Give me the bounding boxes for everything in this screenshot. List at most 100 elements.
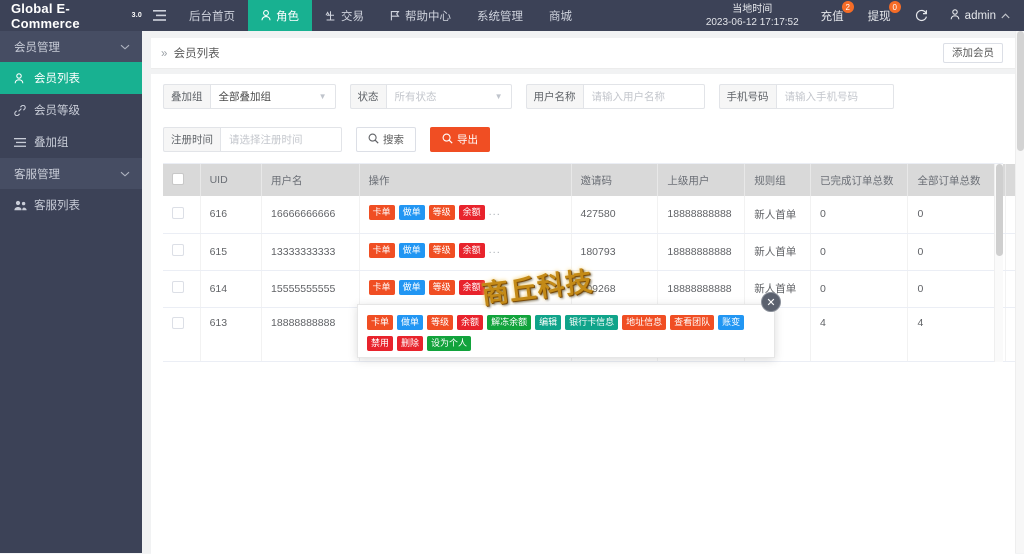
filter-register-time[interactable]: 注册时间 请选择注册时间	[163, 127, 342, 152]
sidebar-item-label: 客服列表	[34, 197, 80, 213]
withdraw-button[interactable]: 提现 0	[856, 0, 903, 31]
hamburger-icon[interactable]	[142, 0, 176, 31]
action-card-order-button[interactable]: 卡单	[369, 243, 395, 258]
row-checkbox[interactable]	[172, 281, 184, 293]
overlay-group-select[interactable]: 全部叠加组 ▼	[210, 84, 336, 109]
select-all-header[interactable]	[163, 164, 200, 196]
cell-actions[interactable]: 卡单做单等级余额...	[359, 270, 571, 307]
action-level-button[interactable]: 等级	[429, 205, 455, 220]
action-balance-button[interactable]: 余额	[459, 205, 485, 220]
nav-item-dashboard[interactable]: 后台首页	[176, 0, 248, 31]
nav-item-system[interactable]: 系统管理	[464, 0, 536, 31]
nav-label: 交易	[341, 8, 364, 24]
action-level-button[interactable]: 等级	[429, 243, 455, 258]
nav-item-mall[interactable]: 商城	[536, 0, 585, 31]
sidebar-item-member-level[interactable]: 会员等级	[0, 94, 142, 126]
cell-uid: 613	[200, 307, 261, 361]
filter-status[interactable]: 状态 所有状态 ▼	[350, 84, 512, 109]
scrollbar-thumb[interactable]	[996, 164, 1003, 256]
popup-card-order-button[interactable]: 卡单	[367, 315, 393, 330]
user-menu[interactable]: admin	[940, 0, 1024, 31]
search-icon	[442, 133, 453, 147]
close-icon[interactable]: ✕	[761, 292, 781, 312]
nav-item-help-center[interactable]: 帮助中心	[377, 0, 464, 31]
top-header: Global E-Commerce3.0 后台首页 角色 交易 帮助中心 系统管…	[0, 0, 1024, 31]
search-button-label: 搜索	[383, 132, 404, 147]
action-make-order-button[interactable]: 做单	[399, 205, 425, 220]
popup-unfreeze-balance-button[interactable]: 解冻余额	[487, 315, 531, 330]
sidebar-group-support-management[interactable]: 客服管理	[0, 158, 142, 189]
member-table-wrapper: UID 用户名 操作 邀请码 上级用户 规则组 已完成订单总数 全部订单总数 未…	[163, 163, 1003, 362]
row-checkbox[interactable]	[172, 317, 184, 329]
select-all-checkbox[interactable]	[172, 173, 184, 185]
row-checkbox[interactable]	[172, 244, 184, 256]
popup-account-change-button[interactable]: 账变	[718, 315, 744, 330]
popup-set-as-personal-button[interactable]: 设为个人	[427, 336, 471, 351]
phone-input[interactable]: 请输入手机号码	[776, 84, 894, 109]
users-icon	[14, 200, 27, 211]
cell-completed-orders: 0	[810, 196, 908, 233]
popup-address-info-button[interactable]: 地址信息	[622, 315, 666, 330]
action-make-order-button[interactable]: 做单	[399, 243, 425, 258]
input-placeholder: 请输入手机号码	[785, 89, 859, 104]
sidebar-item-label: 会员等级	[34, 102, 80, 118]
action-more-button[interactable]: ...	[489, 281, 501, 293]
popup-level-button[interactable]: 等级	[427, 315, 453, 330]
col-total-orders: 全部订单总数	[908, 164, 1006, 196]
table-row[interactable]: 614 15555555555 卡单做单等级余额... 209268 18888…	[163, 270, 1024, 307]
action-level-button[interactable]: 等级	[429, 280, 455, 295]
action-more-button[interactable]: ...	[489, 244, 501, 256]
row-select-cell[interactable]	[163, 196, 200, 233]
recharge-button[interactable]: 充值 2	[809, 0, 856, 31]
table-row[interactable]: 616 16666666666 卡单做单等级余额... 427580 18888…	[163, 196, 1024, 233]
chevron-down-icon	[120, 168, 130, 180]
select-value: 全部叠加组	[219, 89, 272, 104]
cell-completed-orders: 4	[810, 307, 908, 361]
user-name: admin	[965, 10, 996, 22]
breadcrumb: » 会员列表	[161, 45, 220, 61]
username-input[interactable]: 请输入用户名称	[583, 84, 705, 109]
scrollbar-thumb[interactable]	[1017, 31, 1024, 151]
register-time-input[interactable]: 请选择注册时间	[220, 127, 342, 152]
row-select-cell[interactable]	[163, 270, 200, 307]
popup-edit-button[interactable]: 编辑	[535, 315, 561, 330]
table-row[interactable]: 615 13333333333 卡单做单等级余额... 180793 18888…	[163, 233, 1024, 270]
action-card-order-button[interactable]: 卡单	[369, 280, 395, 295]
add-member-button[interactable]: 添加会员	[943, 43, 1003, 64]
cell-total-orders: 4	[908, 307, 1006, 361]
cell-actions[interactable]: 卡单做单等级余额...	[359, 196, 571, 233]
cell-parent-user: 18888888888	[658, 233, 745, 270]
search-button[interactable]: 搜索	[356, 127, 416, 152]
row-select-cell[interactable]	[163, 233, 200, 270]
action-card-order-button[interactable]: 卡单	[369, 205, 395, 220]
export-button[interactable]: 导出	[430, 127, 490, 152]
row-select-cell[interactable]	[163, 307, 200, 361]
page-vertical-scrollbar[interactable]	[1015, 31, 1024, 553]
sidebar-item-overlay-group[interactable]: 叠加组	[0, 126, 142, 158]
action-balance-button[interactable]: 余额	[459, 280, 485, 295]
status-select[interactable]: 所有状态 ▼	[386, 84, 512, 109]
sidebar-item-support-list[interactable]: 客服列表	[0, 189, 142, 221]
table-vertical-scrollbar[interactable]	[994, 164, 1003, 362]
cell-uid: 614	[200, 270, 261, 307]
popup-disable-button[interactable]: 禁用	[367, 336, 393, 351]
popup-bank-card-info-button[interactable]: 银行卡信息	[565, 315, 618, 330]
cell-actions[interactable]: 卡单做单等级余额...	[359, 233, 571, 270]
popup-balance-button[interactable]: 余额	[457, 315, 483, 330]
filter-phone[interactable]: 手机号码 请输入手机号码	[719, 84, 894, 109]
filter-username[interactable]: 用户名称 请输入用户名称	[526, 84, 705, 109]
nav-item-transaction[interactable]: 交易	[312, 0, 377, 31]
nav-item-role[interactable]: 角色	[248, 0, 312, 31]
row-checkbox[interactable]	[172, 207, 184, 219]
popup-make-order-button[interactable]: 做单	[397, 315, 423, 330]
popup-delete-button[interactable]: 删除	[397, 336, 423, 351]
sidebar-item-member-list[interactable]: 会员列表	[0, 62, 142, 94]
user-icon	[950, 9, 960, 23]
refresh-icon[interactable]	[903, 0, 940, 31]
popup-view-team-button[interactable]: 查看团队	[670, 315, 714, 330]
action-balance-button[interactable]: 余额	[459, 243, 485, 258]
filter-overlay-group[interactable]: 叠加组 全部叠加组 ▼	[163, 84, 336, 109]
sidebar-group-member-management[interactable]: 会员管理	[0, 31, 142, 62]
action-make-order-button[interactable]: 做单	[399, 280, 425, 295]
action-more-button[interactable]: ...	[489, 206, 501, 218]
